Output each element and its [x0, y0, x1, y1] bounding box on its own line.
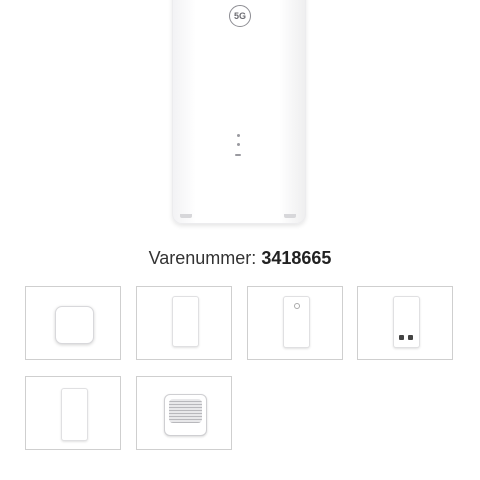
router-back-icon — [393, 296, 420, 348]
status-led-icon — [237, 134, 240, 137]
router-foot — [180, 214, 192, 218]
router-front-icon — [172, 296, 199, 347]
status-led-icon — [235, 154, 241, 156]
router-device: 5G — [172, 0, 306, 224]
item-number-value: 3418665 — [261, 248, 332, 268]
thumbnail-3[interactable] — [247, 286, 343, 360]
router-foot — [284, 214, 296, 218]
thumbnail-2[interactable] — [136, 286, 232, 360]
product-main-image: 5G — [0, 0, 480, 235]
thumbnail-5[interactable] — [25, 376, 121, 450]
item-number-label: Varenummer: — [148, 248, 257, 268]
status-led-icon — [237, 143, 240, 146]
thumbnail-6[interactable] — [136, 376, 232, 450]
item-number: Varenummer: 3418665 — [0, 248, 480, 269]
router-side-icon — [61, 388, 88, 441]
router-vent-icon — [164, 394, 207, 436]
thumbnail-4[interactable] — [357, 286, 453, 360]
ethernet-port-icon — [399, 335, 404, 340]
thumbnail-1[interactable] — [25, 286, 121, 360]
ethernet-port-icon — [408, 335, 413, 340]
square-router-icon — [55, 306, 94, 344]
router-front-icon — [283, 296, 310, 348]
5g-logo: 5G — [229, 5, 251, 27]
